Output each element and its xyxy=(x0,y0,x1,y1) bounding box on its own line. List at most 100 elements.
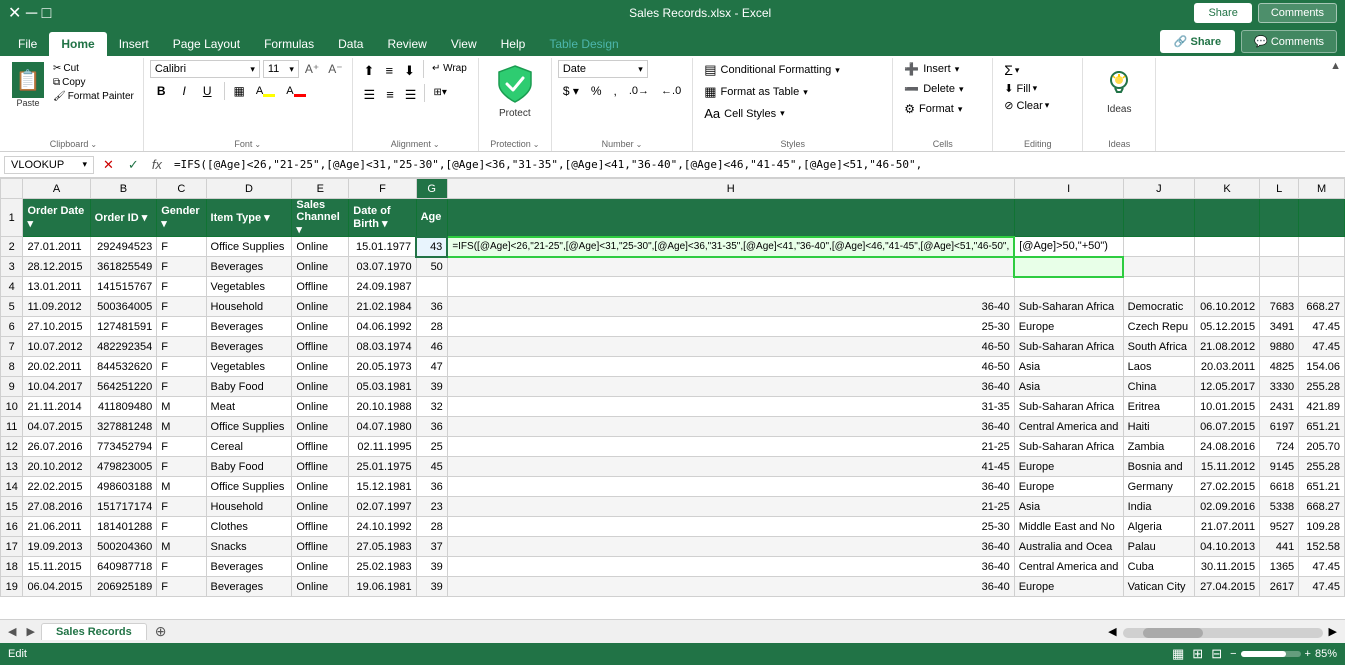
cell-row17-col11[interactable]: 441 xyxy=(1260,537,1299,557)
cell-row13-col12[interactable]: 255.28 xyxy=(1299,457,1345,477)
decrease-decimal-button[interactable]: ←.0 xyxy=(656,82,686,100)
cell-row17-col1[interactable]: 500204360 xyxy=(90,537,157,557)
cell-row2-col2[interactable]: F xyxy=(157,237,206,257)
cell-row17-col6[interactable]: 37 xyxy=(416,537,447,557)
cell-row14-col11[interactable]: 6618 xyxy=(1260,477,1299,497)
cell-row10-col6[interactable]: 32 xyxy=(416,397,447,417)
cell-row10-col5[interactable]: 20.10.1988 xyxy=(349,397,416,417)
cell-row2-col0[interactable]: 27.01.2011 xyxy=(23,237,90,257)
font-decrease-button[interactable]: A⁻ xyxy=(325,60,345,78)
cell-row8-col5[interactable]: 20.05.1973 xyxy=(349,357,416,377)
normal-view-button[interactable]: ▦ xyxy=(1172,646,1184,662)
cell-row7-col11[interactable]: 9880 xyxy=(1260,337,1299,357)
align-right-button[interactable]: ☰ xyxy=(400,84,422,106)
cell-row19-col9[interactable]: Vatican City xyxy=(1123,577,1194,597)
tab-review[interactable]: Review xyxy=(375,32,438,56)
scroll-left-button[interactable]: ◀ xyxy=(1104,623,1120,640)
cell-row8-col3[interactable]: Vegetables xyxy=(206,357,292,377)
cell-row16-col6[interactable]: 28 xyxy=(416,517,447,537)
cell-row16-col1[interactable]: 181401288 xyxy=(90,517,157,537)
cell-row5-col6[interactable]: 36 xyxy=(416,297,447,317)
align-center-button[interactable]: ≡ xyxy=(381,84,399,106)
sum-button[interactable]: Σ ▾ xyxy=(999,60,1076,80)
zoom-out-button[interactable]: − xyxy=(1230,648,1236,660)
cell-d1[interactable]: Item Type ▾ xyxy=(206,199,292,237)
col-header-d[interactable]: D xyxy=(206,179,292,199)
cell-row15-col10[interactable]: 02.09.2016 xyxy=(1195,497,1260,517)
percent-button[interactable]: % xyxy=(586,81,607,101)
cell-row15-col9[interactable]: India xyxy=(1123,497,1194,517)
cell-row10-col12[interactable]: 421.89 xyxy=(1299,397,1345,417)
cell-row8-col11[interactable]: 4825 xyxy=(1260,357,1299,377)
cell-row12-col3[interactable]: Cereal xyxy=(206,437,292,457)
cell-row17-col2[interactable]: M xyxy=(157,537,206,557)
cell-row15-col1[interactable]: 151717174 xyxy=(90,497,157,517)
cell-row13-col8[interactable]: Europe xyxy=(1014,457,1123,477)
cell-row14-col8[interactable]: Europe xyxy=(1014,477,1123,497)
align-middle-button[interactable]: ≡ xyxy=(380,60,398,82)
cell-row2-col11[interactable] xyxy=(1260,237,1299,257)
cell-row10-col1[interactable]: 411809480 xyxy=(90,397,157,417)
cell-row13-col1[interactable]: 479823005 xyxy=(90,457,157,477)
cell-row18-col12[interactable]: 47.45 xyxy=(1299,557,1345,577)
cell-row8-col9[interactable]: Laos xyxy=(1123,357,1194,377)
cell-row13-col10[interactable]: 15.11.2012 xyxy=(1195,457,1260,477)
cell-row8-col0[interactable]: 20.02.2011 xyxy=(23,357,90,377)
cell-row7-col1[interactable]: 482292354 xyxy=(90,337,157,357)
cell-row16-col8[interactable]: Middle East and No xyxy=(1014,517,1123,537)
tab-data[interactable]: Data xyxy=(326,32,375,56)
cell-row18-col7[interactable]: 36-40 xyxy=(447,557,1014,577)
ideas-button[interactable]: Ideas xyxy=(1093,60,1145,119)
cell-row6-col6[interactable]: 28 xyxy=(416,317,447,337)
cell-row7-col0[interactable]: 10.07.2012 xyxy=(23,337,90,357)
tab-help[interactable]: Help xyxy=(489,32,538,56)
cell-row9-col4[interactable]: Online xyxy=(292,377,349,397)
cell-row18-col10[interactable]: 30.11.2015 xyxy=(1195,557,1260,577)
cell-row7-col5[interactable]: 08.03.1974 xyxy=(349,337,416,357)
cell-row5-col2[interactable]: F xyxy=(157,297,206,317)
cell-row12-col5[interactable]: 02.11.1995 xyxy=(349,437,416,457)
cell-row5-col0[interactable]: 11.09.2012 xyxy=(23,297,90,317)
cell-row3-col7[interactable] xyxy=(447,257,1014,277)
cell-row6-col2[interactable]: F xyxy=(157,317,206,337)
italic-button[interactable]: I xyxy=(176,81,193,101)
cell-row13-col11[interactable]: 9145 xyxy=(1260,457,1299,477)
cell-row12-col9[interactable]: Zambia xyxy=(1123,437,1194,457)
cell-row13-col5[interactable]: 25.01.1975 xyxy=(349,457,416,477)
cell-row7-col4[interactable]: Offline xyxy=(292,337,349,357)
cell-row12-col8[interactable]: Sub-Saharan Africa xyxy=(1014,437,1123,457)
cell-row11-col5[interactable]: 04.07.1980 xyxy=(349,417,416,437)
cell-row6-col3[interactable]: Beverages xyxy=(206,317,292,337)
page-layout-view-button[interactable]: ⊞ xyxy=(1192,646,1203,662)
cell-row13-col9[interactable]: Bosnia and xyxy=(1123,457,1194,477)
col-header-g[interactable]: G xyxy=(416,179,447,199)
add-sheet-button[interactable]: ⊕ xyxy=(149,621,173,642)
font-size-box[interactable]: 11▾ xyxy=(263,60,299,78)
cell-row9-col12[interactable]: 255.28 xyxy=(1299,377,1345,397)
cell-row3-col10[interactable] xyxy=(1195,257,1260,277)
fill-button[interactable]: ⬇ Fill ▾ xyxy=(999,80,1076,97)
cell-row9-col9[interactable]: China xyxy=(1123,377,1194,397)
cell-row15-col7[interactable]: 21-25 xyxy=(447,497,1014,517)
cell-row3-col8[interactable] xyxy=(1014,257,1123,277)
zoom-slider[interactable] xyxy=(1241,651,1301,657)
cell-row12-col6[interactable]: 25 xyxy=(416,437,447,457)
comments-button[interactable]: Comments xyxy=(1258,3,1337,23)
cell-row4-col8[interactable] xyxy=(1014,277,1123,297)
cell-row12-col12[interactable]: 205.70 xyxy=(1299,437,1345,457)
tab-page-layout[interactable]: Page Layout xyxy=(161,32,252,56)
col-header-c[interactable]: C xyxy=(157,179,206,199)
cell-row8-col4[interactable]: Online xyxy=(292,357,349,377)
cell-row7-col10[interactable]: 21.08.2012 xyxy=(1195,337,1260,357)
cell-row8-col7[interactable]: 46-50 xyxy=(447,357,1014,377)
cell-row19-col5[interactable]: 19.06.1981 xyxy=(349,577,416,597)
cell-l1[interactable] xyxy=(1260,199,1299,237)
formula-enter-button[interactable]: ✓ xyxy=(123,155,144,175)
cell-row2-col6[interactable]: 43 xyxy=(416,237,447,257)
cell-c1[interactable]: Gender ▾ xyxy=(157,199,206,237)
cell-row8-col2[interactable]: F xyxy=(157,357,206,377)
scroll-right-button[interactable]: ▶ xyxy=(1325,623,1341,640)
cell-row16-col12[interactable]: 109.28 xyxy=(1299,517,1345,537)
cell-b1[interactable]: Order ID ▾ xyxy=(90,199,157,237)
formula-input[interactable]: =IFS([@Age]<26,"21-25",[@Age]<31,"25-30"… xyxy=(170,156,1341,173)
